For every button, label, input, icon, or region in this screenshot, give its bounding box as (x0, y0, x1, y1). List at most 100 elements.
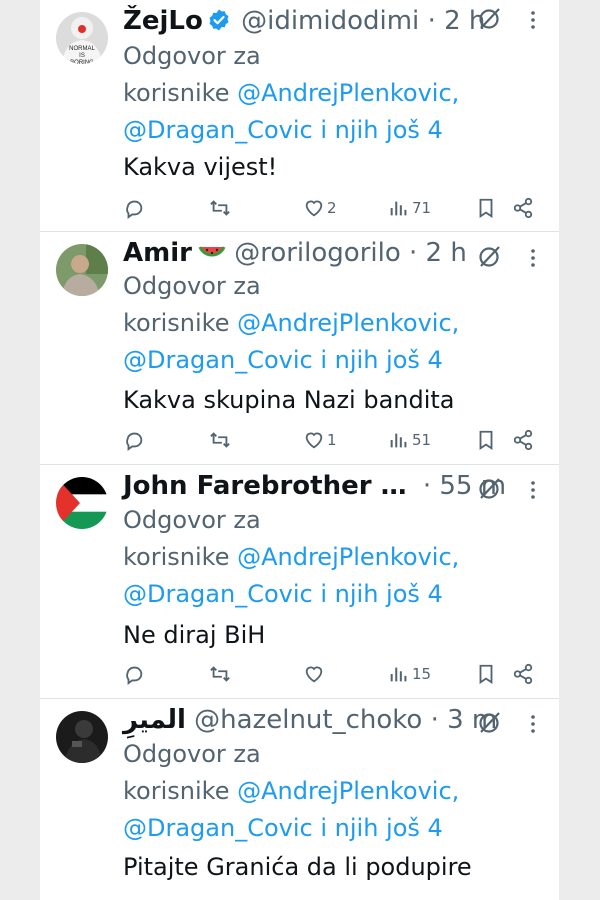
avatar[interactable] (56, 244, 108, 296)
person-photo-avatar (56, 244, 108, 296)
grok-icon[interactable] (477, 475, 503, 501)
reply-context: Odgovor za korisnike @AndrejPlenkovic, @… (123, 38, 553, 149)
retweet-button[interactable] (208, 662, 232, 686)
like-count: 1 (327, 431, 337, 449)
reply-prefix: Odgovor za (123, 272, 261, 300)
more-icon[interactable] (530, 480, 536, 500)
retweet-icon (210, 666, 230, 682)
bookmark-button[interactable] (475, 196, 497, 220)
avatar[interactable]: NORMAL IS BORING (56, 12, 108, 64)
tweet-text: Ne diraj BiH (123, 621, 266, 649)
separator: · (422, 471, 432, 501)
timestamp[interactable]: 2 h (426, 238, 467, 268)
user-handle[interactable]: @hazelnut_choko (194, 705, 422, 735)
mention-link[interactable]: @AndrejPlenkovic, (237, 777, 459, 805)
views-button[interactable]: 51 (388, 428, 431, 452)
tweet-1[interactable]: NORMAL IS BORING ŽejLo @idimidodimi · 2 … (40, 0, 559, 232)
reply-prefix: Odgovor za (123, 506, 261, 534)
mention-link[interactable]: @AndrejPlenkovic, (237, 309, 459, 337)
mention-link[interactable]: @Dragan_Covic i njih još 4 (123, 810, 553, 847)
reply-button[interactable] (123, 662, 145, 686)
reply-label: korisnike (123, 543, 230, 571)
reply-button[interactable] (123, 428, 145, 452)
display-name[interactable]: John Farebrother … (123, 471, 407, 501)
bookmark-icon (479, 664, 493, 684)
mention-link[interactable]: @Dragan_Covic i njih još 4 (123, 112, 553, 149)
dark-figure-avatar (56, 711, 108, 763)
share-button[interactable] (512, 662, 534, 686)
mention-link[interactable]: @Dragan_Covic i njih još 4 (123, 576, 553, 613)
user-handle[interactable]: @rorilogorilo (234, 238, 401, 268)
avatar[interactable] (56, 711, 108, 763)
bookmark-button[interactable] (475, 428, 497, 452)
views-count: 71 (412, 199, 432, 217)
like-button[interactable] (303, 662, 325, 686)
share-button[interactable] (512, 428, 534, 452)
retweet-button[interactable] (208, 428, 232, 452)
reply-icon (126, 666, 143, 685)
reply-context: Odgovor za korisnike @AndrejPlenkovic, @… (123, 502, 553, 613)
bookmark-icon (479, 198, 493, 218)
reply-prefix: Odgovor za (123, 42, 261, 70)
tweet-text: Kakva vijest! (123, 153, 278, 181)
like-icon (305, 666, 323, 683)
action-bar: 1 51 (123, 428, 543, 452)
reply-icon (126, 432, 143, 451)
more-icon[interactable] (530, 10, 536, 30)
svg-text:BORING: BORING (70, 60, 94, 64)
views-button[interactable]: 15 (388, 662, 431, 686)
views-button[interactable]: 71 (388, 196, 431, 220)
views-icon (390, 201, 407, 216)
tweet-3[interactable]: John Farebrother … · 55 m Odgovor za kor… (40, 465, 559, 699)
like-button[interactable]: 1 (303, 428, 337, 452)
right-margin (559, 0, 600, 900)
reply-context: Odgovor za korisnike @AndrejPlenkovic, @… (123, 268, 553, 379)
reply-label: korisnike (123, 309, 230, 337)
mention-link[interactable]: @AndrejPlenkovic, (237, 79, 459, 107)
views-icon (390, 667, 407, 682)
more-icon[interactable] (530, 714, 536, 734)
reply-button[interactable] (123, 196, 145, 220)
views-icon (390, 433, 407, 448)
user-handle[interactable]: @idimidodimi (241, 6, 419, 36)
action-bar: 2 71 (123, 196, 543, 220)
svg-text:NORMAL: NORMAL (69, 46, 95, 52)
share-button[interactable] (512, 196, 534, 220)
mention-link[interactable]: @Dragan_Covic i njih još 4 (123, 342, 553, 379)
tweet-2[interactable]: Amir @rorilogorilo · 2 h Odgovor za kori… (40, 232, 559, 465)
normal-is-boring-clown-avatar: NORMAL IS BORING (56, 12, 108, 64)
like-button[interactable]: 2 (303, 196, 337, 220)
tweet-text: Kakva skupina Nazi bandita (123, 386, 455, 414)
left-margin (0, 0, 40, 900)
tweet-4[interactable]: الميرِ @hazelnut_choko · 3 m Odgovor za … (40, 699, 559, 900)
tweet-text: Pitajte Granića da li podupire (123, 853, 472, 881)
display-name[interactable]: ŽejLo (123, 6, 203, 36)
separator: · (430, 705, 439, 735)
reply-feed: NORMAL IS BORING ŽejLo @idimidodimi · 2 … (40, 0, 559, 900)
retweet-icon (210, 432, 230, 448)
action-bar: 15 (123, 662, 543, 686)
grok-icon[interactable] (477, 5, 503, 31)
avatar[interactable] (56, 477, 108, 529)
share-icon (513, 663, 533, 685)
screenshot: NORMAL IS BORING ŽejLo @idimidodimi · 2 … (0, 0, 600, 900)
reply-prefix: Odgovor za (123, 740, 261, 768)
like-icon (305, 200, 323, 217)
grok-icon[interactable] (477, 243, 503, 269)
reply-label: korisnike (123, 777, 230, 805)
like-count: 2 (327, 199, 337, 217)
display-name[interactable]: الميرِ (123, 705, 186, 735)
retweet-button[interactable] (208, 196, 232, 220)
share-icon (513, 429, 533, 451)
reply-context: Odgovor za korisnike @AndrejPlenkovic, @… (123, 736, 553, 847)
retweet-icon (210, 200, 230, 216)
grok-icon[interactable] (477, 709, 503, 735)
more-icon[interactable] (530, 248, 536, 268)
display-name[interactable]: Amir (123, 238, 192, 268)
separator: · (409, 238, 418, 268)
svg-text:IS: IS (79, 53, 85, 59)
mention-link[interactable]: @AndrejPlenkovic, (237, 543, 459, 571)
like-icon (305, 432, 323, 449)
bookmark-icon (479, 430, 493, 450)
bookmark-button[interactable] (475, 662, 497, 686)
